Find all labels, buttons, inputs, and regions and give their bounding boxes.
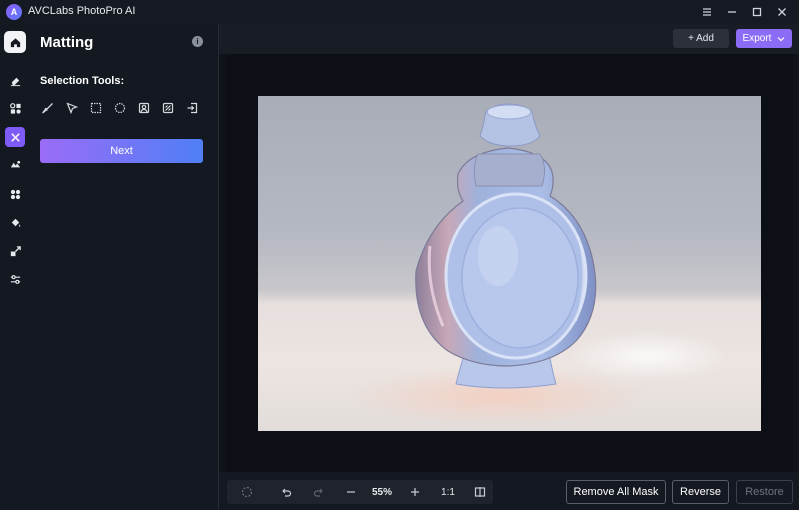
menu-icon[interactable] xyxy=(696,0,718,24)
tool-rail xyxy=(0,24,30,510)
zoom-in-icon[interactable] xyxy=(407,484,423,500)
enhance-icon[interactable] xyxy=(5,155,25,175)
add-button[interactable]: + Add xyxy=(673,29,729,48)
app-logo-icon: A xyxy=(6,4,22,20)
image-canvas[interactable] xyxy=(226,54,793,472)
zoom-controls: 55% 1:1 xyxy=(227,480,493,504)
title-bar: A AVCLabs PhotoPro AI xyxy=(0,0,799,24)
window-controls xyxy=(693,0,799,24)
export-label: Export xyxy=(742,33,772,44)
app-logo-letter: A xyxy=(10,7,18,17)
fill-icon[interactable] xyxy=(5,212,25,232)
home-icon[interactable] xyxy=(4,31,26,53)
restore-button[interactable]: Restore xyxy=(736,480,793,504)
app-title: AVCLabs PhotoPro AI xyxy=(28,5,136,17)
close-icon[interactable] xyxy=(771,0,793,24)
perfume-bottle-photo[interactable] xyxy=(258,96,761,431)
minimize-icon[interactable] xyxy=(721,0,743,24)
matting-panel: Matting i Selection Tools: Next xyxy=(30,24,218,510)
panel-title: Matting xyxy=(40,34,94,51)
adjust-icon[interactable] xyxy=(5,269,25,289)
compare-icon[interactable] xyxy=(472,484,488,500)
actual-size-button[interactable]: 1:1 xyxy=(437,484,459,500)
panel-divider xyxy=(218,24,219,510)
reverse-button[interactable]: Reverse xyxy=(672,480,729,504)
eraser-icon[interactable] xyxy=(5,70,25,90)
selection-tools xyxy=(40,100,208,116)
matting-icon[interactable] xyxy=(5,127,25,147)
next-button[interactable]: Next xyxy=(40,139,203,163)
pointer-icon[interactable] xyxy=(64,100,80,116)
undo-icon[interactable] xyxy=(278,484,294,500)
object-tools-icon[interactable] xyxy=(5,98,25,118)
import-icon[interactable] xyxy=(184,100,200,116)
selection-tools-label: Selection Tools: xyxy=(40,75,125,87)
remove-all-mask-button[interactable]: Remove All Mask xyxy=(566,480,666,504)
brush-icon[interactable] xyxy=(40,100,56,116)
auto-select-icon[interactable] xyxy=(160,100,176,116)
bottom-toolbar: 55% 1:1 Remove All Mask Reverse Restore xyxy=(219,472,799,510)
top-toolbar: + Add Export xyxy=(219,24,799,54)
loading-spinner-icon[interactable] xyxy=(239,484,255,500)
export-button[interactable]: Export xyxy=(736,29,792,48)
zoom-level: 55% xyxy=(371,486,392,498)
chevron-down-icon xyxy=(778,36,785,41)
zoom-out-icon[interactable] xyxy=(343,484,359,500)
redo-icon[interactable] xyxy=(311,484,327,500)
colorize-icon[interactable] xyxy=(5,184,25,204)
maximize-icon[interactable] xyxy=(746,0,768,24)
info-icon[interactable]: i xyxy=(192,36,203,47)
ellipse-select-icon[interactable] xyxy=(112,100,128,116)
portrait-select-icon[interactable] xyxy=(136,100,152,116)
rectangle-select-icon[interactable] xyxy=(88,100,104,116)
upscale-icon[interactable] xyxy=(5,241,25,261)
